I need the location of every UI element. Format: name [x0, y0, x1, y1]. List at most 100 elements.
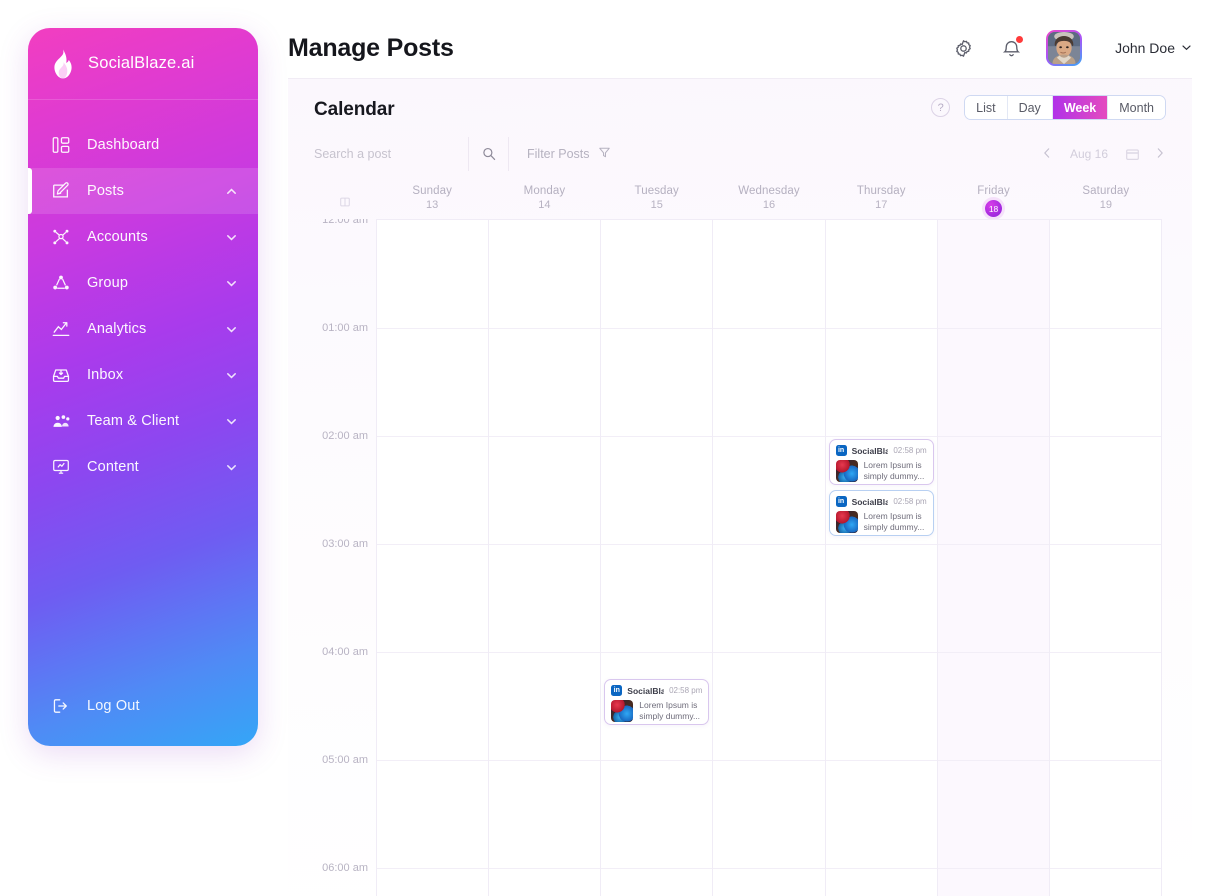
linkedin-icon: in [611, 685, 623, 696]
calendar-column-sunday[interactable] [376, 220, 489, 896]
calendar-column-friday[interactable] [936, 220, 1049, 896]
calendar-column-saturday[interactable] [1048, 220, 1162, 896]
view-button-day[interactable]: Day [1007, 96, 1053, 119]
flame-icon [50, 49, 76, 79]
calendar-panel: Calendar ? List Day Week Month Search a … [288, 78, 1192, 896]
view-button-month[interactable]: Month [1108, 96, 1165, 119]
today-badge: 18 [985, 200, 1003, 217]
help-icon[interactable]: ? [931, 98, 951, 117]
logout-icon [50, 695, 72, 717]
day-of-month: 16 [762, 199, 776, 211]
view-button-list[interactable]: List [965, 96, 1008, 119]
brand[interactable]: SocialBlaze.ai [28, 28, 258, 100]
time-label: 12:00 am [322, 219, 368, 226]
user-menu[interactable]: John Doe [1115, 40, 1192, 56]
sidebar-item-inbox[interactable]: Inbox [28, 352, 258, 398]
calendar-icon[interactable] [1125, 147, 1140, 162]
calendar-column-tuesday[interactable]: in SocialBlaze.ai 02:58 pm Lorem Ipsum i… [600, 220, 713, 896]
notification-dot [1016, 36, 1024, 43]
calendar-column-wednesday[interactable] [712, 220, 825, 896]
top-bar: Manage Posts John Doe [288, 22, 1192, 74]
chevron-down-icon[interactable] [225, 231, 238, 244]
event-time: 02:58 pm [669, 686, 703, 695]
chevron-down-icon[interactable] [225, 415, 238, 428]
search-wrapper [314, 137, 469, 171]
sidebar-item-team-client[interactable]: Team & Client [28, 398, 258, 444]
calendar-grid: in SocialBlaze.ai 02:58 pm Lorem Ipsum i… [376, 219, 1162, 896]
event-thumbnail [835, 460, 858, 482]
sidebar-item-analytics[interactable]: Analytics [28, 306, 258, 352]
day-of-month: 15 [650, 199, 663, 211]
search-input[interactable] [314, 147, 446, 161]
bell-icon[interactable] [998, 35, 1024, 61]
day-of-week: Friday [977, 185, 1010, 197]
filter-funnel-icon [598, 146, 611, 162]
day-of-week: Tuesday [634, 185, 679, 197]
chevron-up-icon[interactable] [225, 185, 238, 198]
search-icon[interactable] [469, 137, 509, 171]
content-monitor-icon [50, 456, 72, 478]
sidebar-item-dashboard[interactable]: Dashboard [28, 122, 258, 168]
chevron-down-icon[interactable] [225, 461, 238, 474]
sidebar-item-label: Team & Client [87, 413, 180, 429]
time-label: 01:00 am [322, 322, 368, 334]
calendar-day-header-cell[interactable]: Sunday 13 [376, 185, 488, 219]
chevron-down-icon[interactable] [225, 323, 238, 336]
calendar-day-header-cell[interactable]: Monday 14 [488, 185, 600, 219]
gear-icon[interactable] [950, 35, 976, 61]
calendar-day-header-cell[interactable]: Thursday 17 [825, 185, 937, 219]
event-body: Lorem Ipsum is simply dummy... [835, 460, 927, 482]
day-of-week: Saturday [1082, 185, 1130, 197]
column-toggle-icon[interactable] [314, 185, 376, 219]
calendar-column-monday[interactable] [488, 220, 601, 896]
day-of-week: Thursday [856, 185, 906, 197]
group-icon [50, 272, 72, 294]
event-account: SocialBlaze.ai [627, 685, 664, 696]
brand-name: SocialBlaze.ai [88, 54, 195, 72]
event-time: 02:58 pm [893, 446, 927, 455]
edit-post-icon [50, 180, 72, 202]
chevron-down-icon[interactable] [225, 277, 238, 290]
calendar-body: 12:00 am 01:00 am 02:00 am 03:00 am 04:0… [314, 219, 1162, 896]
sidebar-item-content[interactable]: Content [28, 444, 258, 490]
linkedin-icon: in [835, 496, 847, 507]
chevron-right-icon[interactable] [1154, 146, 1166, 162]
event-body: Lorem Ipsum is simply dummy... [611, 700, 702, 722]
sidebar: SocialBlaze.ai Dashboard Posts Accounts … [28, 28, 258, 746]
avatar[interactable] [1046, 30, 1083, 66]
sidebar-item-accounts[interactable]: Accounts [28, 214, 258, 260]
inbox-icon [50, 364, 72, 386]
calendar-column-thursday[interactable]: in SocialBlaze.ai 02:58 pm Lorem Ipsum i… [824, 220, 937, 896]
accounts-network-icon [50, 226, 72, 248]
day-of-month: 13 [426, 199, 439, 211]
sidebar-item-posts[interactable]: Posts [28, 168, 258, 214]
calendar-day-header-cell[interactable]: Saturday 19 [1050, 185, 1162, 219]
sidebar-item-label: Dashboard [87, 137, 160, 153]
linkedin-icon: in [835, 445, 847, 456]
filter-posts-button[interactable]: Filter Posts [509, 146, 1041, 162]
team-people-icon [50, 410, 72, 432]
day-of-month: 17 [875, 199, 888, 211]
time-label: 03:00 am [322, 538, 368, 550]
page-title: Manage Posts [288, 33, 454, 62]
view-button-week[interactable]: Week [1052, 96, 1109, 119]
chevron-left-icon[interactable] [1041, 146, 1053, 162]
event-card[interactable]: in SocialBlaze.ai 02:58 pm Lorem Ipsum i… [604, 679, 710, 725]
logout-button[interactable]: Log Out [28, 684, 258, 728]
event-card[interactable]: in SocialBlaze.ai 02:58 pm Lorem Ipsum i… [828, 439, 934, 485]
calendar-day-header-cell-today[interactable]: Friday 18 [937, 185, 1049, 219]
calendar-day-header-cell[interactable]: Tuesday 15 [601, 185, 713, 219]
date-label: Aug 16 [1069, 147, 1109, 161]
calendar-day-header-cell[interactable]: Wednesday 16 [713, 185, 825, 219]
dashboard-icon [50, 134, 72, 156]
filter-posts-label: Filter Posts [527, 147, 590, 161]
event-card[interactable]: in SocialBlaze.ai 02:58 pm Lorem Ipsum i… [828, 490, 934, 536]
filter-row: Filter Posts Aug 16 [314, 137, 1166, 171]
app-root: SocialBlaze.ai Dashboard Posts Accounts … [0, 0, 1220, 896]
sidebar-item-group[interactable]: Group [28, 260, 258, 306]
calendar: Sunday 13 Monday 14 Tuesday 15 Wednesday… [314, 185, 1162, 896]
calendar-day-header: Sunday 13 Monday 14 Tuesday 15 Wednesday… [314, 185, 1162, 219]
day-of-week: Wednesday [738, 185, 800, 197]
sidebar-item-label: Content [87, 459, 139, 475]
chevron-down-icon[interactable] [225, 369, 238, 382]
